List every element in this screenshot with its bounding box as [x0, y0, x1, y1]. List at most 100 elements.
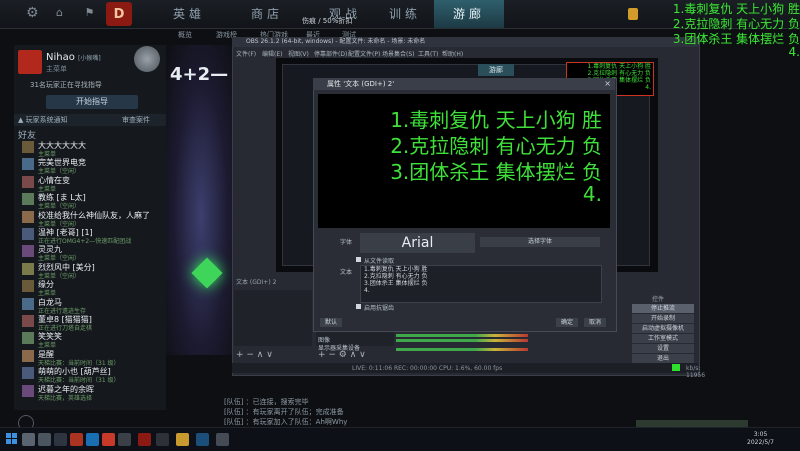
app-icon[interactable]: [102, 433, 115, 446]
properties-title-bar: 属性 '文本 (GDI+) 2' ×: [313, 78, 615, 90]
clock[interactable]: 3:05 2022/5/7: [747, 431, 774, 447]
review-cases-link[interactable]: 审查案件: [122, 115, 150, 125]
select-font-button[interactable]: 选择字体: [480, 237, 600, 247]
text-input[interactable]: 1.毒刺复仇 天上小狗 胜 2.克拉隐刺 有心无力 负 3.团体杀王 集体摆烂 …: [360, 265, 602, 303]
text-input-line: 1.毒刺复仇 天上小狗 胜: [364, 266, 428, 273]
app-icon[interactable]: [176, 433, 189, 446]
friend-list-item[interactable]: 灵灵九 主菜单（空闲）: [22, 244, 162, 262]
preview-text-line: 4.: [582, 182, 602, 206]
text-label: 文本: [340, 269, 353, 276]
rank-medal-icon: [134, 46, 160, 72]
app-icon[interactable]: [38, 433, 51, 446]
font-name-display: Arial: [360, 233, 475, 253]
defaults-button[interactable]: 默认: [320, 318, 342, 327]
app-icon[interactable]: [70, 433, 83, 446]
tab-store[interactable]: 商店: [228, 0, 306, 28]
friend-list-item[interactable]: 白龙马 正在进行遗迹生存: [22, 297, 162, 315]
obs-title: OBS 26.1.2 (64-bit, windows) - 配置文件: 未命名…: [246, 38, 426, 45]
tab-learn[interactable]: 训练: [366, 0, 444, 28]
friend-avatar: [22, 141, 34, 153]
text-input-line: 2.克拉隐刺 有心无力 负: [364, 273, 428, 280]
read-from-file-checkbox[interactable]: [356, 257, 361, 262]
subnav-item[interactable]: 概览: [178, 30, 192, 40]
source-toolbar-icons[interactable]: + − ⚙ ∧ ∨: [318, 350, 366, 360]
notification-text: 伤痕 / 50%折扣: [302, 17, 353, 25]
clock-time: 3:05: [753, 431, 768, 438]
obs-taskbar-icon[interactable]: [118, 433, 131, 446]
friend-list-item[interactable]: 迟暮之年的余晖 天梯比赛，英雄选择: [22, 384, 162, 402]
clock-date: 2022/5/7: [747, 439, 774, 446]
friend-avatar: [22, 332, 34, 345]
dota-logo[interactable]: D: [106, 2, 132, 26]
bitrate-text: kb/s: 11956: [686, 365, 706, 379]
menu-help[interactable]: 帮助(H): [442, 49, 463, 58]
friend-list-item[interactable]: 笑笑笑 主菜单: [22, 331, 162, 349]
menu-edit[interactable]: 编辑(E): [262, 49, 282, 58]
properties-title: 属性 '文本 (GDI+) 2': [327, 80, 395, 88]
app-icon[interactable]: [22, 433, 35, 446]
antialias-label: 启用抗锯齿: [364, 305, 395, 312]
app-icon[interactable]: [156, 433, 169, 446]
friend-list-item[interactable]: 是醒 天梯比赛：当前时间（31 级）: [22, 349, 162, 367]
app-icon[interactable]: [86, 433, 99, 446]
steam-icon[interactable]: [196, 433, 209, 446]
selected-source-label: 文本 (GDI+) 2: [236, 279, 277, 286]
friend-avatar: [22, 158, 34, 171]
virtual-camera-button[interactable]: 启动虚拟摄像机: [632, 324, 694, 333]
friend-list-item[interactable]: 缘分 主菜单: [22, 279, 162, 297]
chat-line: [队伍] ：有玩家离开了队伍；完成准备: [224, 408, 344, 416]
cancel-button[interactable]: 取消: [584, 318, 606, 327]
friend-status: 天梯比赛，英雄选择: [38, 394, 93, 402]
tab-arcade[interactable]: 游廊: [434, 0, 504, 28]
friend-list-item[interactable]: 温神 [老哥] [1] 正在进行OMG4+2—快速匹配团战: [22, 227, 162, 245]
friend-list-item[interactable]: 董卓8 [猫猫猫] 正在进行刀塔自走棋: [22, 314, 162, 332]
menu-scene-collection[interactable]: 场景集合(S): [382, 49, 415, 58]
friend-list-item[interactable]: 校准给我什么神仙队友，人麻了 主菜单（空闲）: [22, 210, 162, 228]
friends-header: ▲ 玩家系统通知 审查案件: [14, 114, 166, 126]
menu-docks[interactable]: 停靠部件(D): [314, 49, 347, 58]
close-icon[interactable]: ×: [604, 78, 611, 90]
start-recording-button[interactable]: 开始录制: [632, 314, 694, 323]
ok-button[interactable]: 确定: [556, 318, 578, 327]
antialias-checkbox[interactable]: [356, 304, 361, 309]
gear-icon[interactable]: ⚙: [26, 5, 39, 21]
exit-button[interactable]: 退出: [632, 354, 694, 363]
scenes-list[interactable]: [234, 290, 312, 346]
friend-list-item[interactable]: 心情在变 主菜单: [22, 175, 162, 193]
friend-avatar: [22, 193, 34, 206]
scene-toolbar-icons[interactable]: + − ∧ ∨: [236, 350, 273, 360]
tab-heroes[interactable]: 英雄: [150, 0, 228, 28]
menu-tools[interactable]: 工具(T): [418, 49, 438, 58]
system-notice-link[interactable]: ▲ 玩家系统通知: [18, 115, 68, 125]
controls-panel: 停止推流 开始录制 启动虚拟摄像机 工作室模式 设置 退出: [632, 296, 694, 366]
currency-icon: [628, 8, 638, 20]
friend-avatar: [22, 297, 34, 310]
app-icon[interactable]: [216, 433, 229, 446]
friend-list-item[interactable]: 完美世界电竞 主菜单（空闲）: [22, 157, 162, 175]
menu-file[interactable]: 文件(F): [236, 49, 256, 58]
profile-status: 主菜单: [46, 65, 67, 73]
obs-menu-bar: 文件(F) 编辑(E) 视图(V) 停靠部件(D) 配置文件(P) 场景集合(S…: [232, 48, 698, 58]
system-icons[interactable]: ⌂ ⚑: [56, 6, 103, 19]
start-guide-button[interactable]: 开始指导: [46, 95, 138, 109]
status-text: LIVE: 0:11:06 REC: 00:00:00 CPU: 1.6%, 6…: [352, 365, 503, 372]
windows-start-icon[interactable]: [6, 433, 18, 445]
guide-text: 31名玩家正在寻找指导: [30, 81, 102, 89]
preview-text-line: 1.毒刺复仇 天上小狗 胜: [390, 108, 602, 132]
friend-list-item[interactable]: 大大大大大大 主菜单: [22, 140, 162, 158]
friend-avatar: [22, 367, 34, 380]
stop-streaming-button[interactable]: 停止推流: [632, 304, 694, 313]
dota-taskbar-icon[interactable]: [138, 433, 151, 446]
menu-profile[interactable]: 配置文件(P): [348, 49, 380, 58]
menu-view[interactable]: 视图(V): [288, 49, 309, 58]
friend-list-item[interactable]: 烈烈风中 [美分] 主菜单（空闲）: [22, 262, 162, 280]
friend-list-item[interactable]: 教练 [ま L太] 主菜单（空闲）: [22, 192, 162, 210]
audio-mixer[interactable]: [396, 330, 552, 360]
settings-button[interactable]: 设置: [632, 344, 694, 353]
app-icon[interactable]: [54, 433, 67, 446]
obs-title-bar: OBS 26.1.2 (64-bit, windows) - 配置文件: 未命名…: [232, 37, 698, 47]
studio-mode-button[interactable]: 工作室模式: [632, 334, 694, 343]
friend-avatar: [22, 315, 34, 327]
friend-list-item[interactable]: 萌萌的小也 [葫芦丝] 天梯比赛：当前时间（31 级）: [22, 366, 162, 384]
avatar[interactable]: [18, 50, 42, 74]
